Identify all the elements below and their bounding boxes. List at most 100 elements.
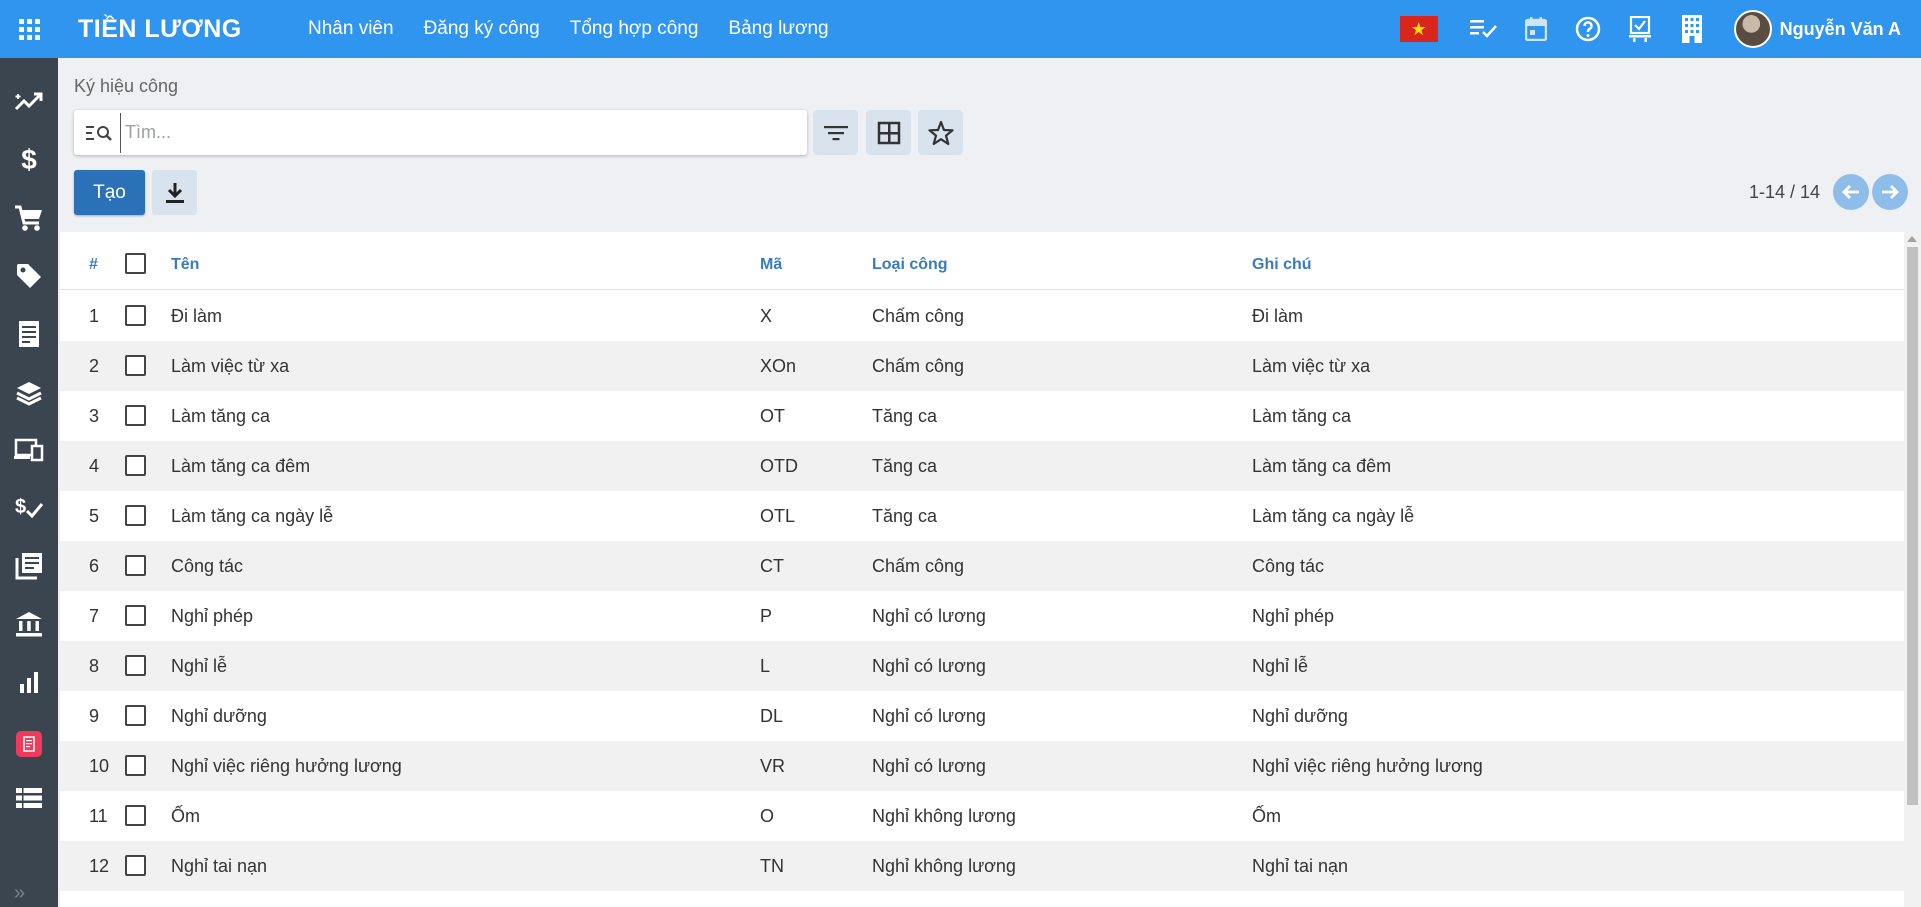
row-name: Nghỉ phép (171, 606, 254, 626)
row-checkbox[interactable] (125, 505, 146, 526)
row-type: Nghỉ có lương (872, 756, 986, 776)
download-icon (165, 182, 184, 203)
row-note: Nghỉ dưỡng (1252, 706, 1348, 726)
row-name: Công tác (171, 556, 244, 576)
column-header-type[interactable]: Loại công (872, 256, 948, 274)
column-header-note[interactable]: Ghi chú (1252, 256, 1312, 274)
row-note: Làm tăng ca (1252, 406, 1352, 426)
table-row[interactable]: 10 Nghỉ việc riêng hưởng lương VR Nghỉ có l… (60, 741, 1904, 791)
row-code: OTD (760, 456, 798, 476)
pager-value[interactable]: 1-14 / 14 (1749, 182, 1820, 203)
svg-text:$: $ (15, 496, 26, 518)
row-note: Nghỉ tai nạn (1252, 856, 1349, 876)
row-checkbox[interactable] (125, 455, 146, 476)
menu-bang-luong[interactable]: Bảng lương (728, 18, 828, 40)
menu-nhan-vien[interactable]: Nhân viên (308, 18, 394, 40)
help-icon[interactable] (1568, 9, 1608, 49)
row-checkbox[interactable] (125, 605, 146, 626)
devices-icon[interactable] (0, 428, 58, 472)
payment-check-icon[interactable]: $ (0, 486, 58, 530)
pager-next-button[interactable] (1872, 174, 1908, 210)
row-type: Tăng ca (872, 406, 938, 426)
download-button[interactable] (152, 170, 197, 215)
row-name: Làm tăng ca (171, 406, 271, 426)
checklist-icon[interactable] (1464, 9, 1504, 49)
arrow-right-icon (1882, 185, 1899, 199)
row-code: X (760, 306, 773, 326)
stack-icon[interactable] (0, 370, 58, 414)
search-options-icon[interactable] (80, 124, 120, 142)
vietnam-flag-icon[interactable]: ★ (1399, 16, 1438, 42)
row-checkbox[interactable] (125, 655, 146, 676)
company-building-icon[interactable] (1672, 9, 1712, 49)
row-type: Nghỉ có lương (872, 656, 986, 676)
menu-tong-hop-cong[interactable]: Tổng hợp công (570, 18, 699, 40)
row-code: O (760, 806, 775, 826)
table-row[interactable]: 9 Nghỉ dưỡng DL Nghỉ có lương Nghỉ dưỡng (60, 691, 1904, 741)
select-all-checkbox[interactable] (125, 253, 146, 274)
row-checkbox[interactable] (125, 805, 146, 826)
bar-chart-icon[interactable] (0, 660, 58, 704)
row-name: Làm tăng ca ngày lễ (171, 506, 334, 526)
receipt-icon[interactable] (0, 312, 58, 356)
create-button[interactable]: Tạo (74, 170, 145, 215)
library-books-icon[interactable] (0, 544, 58, 588)
cart-icon[interactable] (0, 196, 58, 240)
apps-menu-button[interactable] (0, 0, 58, 58)
search-input[interactable] (120, 112, 807, 153)
bank-icon[interactable] (0, 602, 58, 646)
app-title: TIỀN LƯƠNG (78, 14, 242, 43)
favorites-button[interactable] (918, 110, 963, 155)
apps-grid-icon (18, 18, 40, 40)
table-row[interactable]: 4 Làm tăng ca đêm OTD Tăng ca Làm tăng ca đê… (60, 441, 1904, 491)
table-row[interactable]: 3 Làm tăng ca OT Tăng ca Làm tăng ca (60, 391, 1904, 441)
table-row[interactable]: 5 Làm tăng ca ngày lễ OTL Tăng ca Làm tăng c… (60, 491, 1904, 541)
table-row[interactable]: 11 Ốm O Nghỉ không lương Ốm (60, 791, 1904, 841)
row-type: Nghỉ không lương (872, 806, 1016, 826)
trending-up-icon[interactable] (0, 80, 58, 124)
menu-dang-ky-cong[interactable]: Đăng ký công (424, 18, 540, 40)
list-table: # Tên Mã Loại công Ghi chú 1 Đi làm X Chấm … (60, 232, 1904, 907)
top-right-tools: ★ Nguyễn Văn A (1399, 0, 1921, 58)
dollar-icon[interactable]: $ (0, 138, 58, 182)
table-row[interactable]: 2 Làm việc từ xa XOn Chấm công Làm việc từ x… (60, 341, 1904, 391)
group-by-button[interactable] (866, 110, 911, 155)
row-note: Công tác (1252, 556, 1325, 576)
scroll-up-icon[interactable] (1907, 236, 1917, 242)
row-checkbox[interactable] (125, 555, 146, 576)
row-code: P (760, 606, 773, 626)
table-row[interactable]: 12 Nghỉ tai nạn TN Nghỉ không lương Nghỉ tai… (60, 841, 1904, 891)
table-row[interactable]: 8 Nghỉ lễ L Nghỉ có lương Nghỉ lễ (60, 641, 1904, 691)
row-note: Làm tăng ca đêm (1252, 456, 1392, 476)
row-note: Làm việc từ xa (1252, 356, 1371, 376)
tag-icon[interactable] (0, 254, 58, 298)
filter-icon (823, 125, 848, 140)
row-checkbox[interactable] (125, 305, 146, 326)
approval-icon[interactable] (1620, 9, 1660, 49)
user-name[interactable]: Nguyễn Văn A (1780, 19, 1901, 40)
list-icon[interactable] (0, 776, 58, 820)
pager-previous-button[interactable] (1833, 174, 1869, 210)
user-avatar[interactable] (1733, 10, 1772, 48)
row-checkbox[interactable] (125, 405, 146, 426)
expand-sidebar-icon[interactable]: » (14, 882, 25, 905)
row-checkbox[interactable] (125, 755, 146, 776)
breadcrumb: Ký hiệu công (74, 76, 179, 96)
row-checkbox[interactable] (125, 855, 146, 876)
column-header-name[interactable]: Tên (171, 256, 199, 274)
table-row[interactable]: 6 Công tác CT Chấm công Công tác (60, 541, 1904, 591)
row-index: 5 (89, 506, 100, 526)
row-index: 8 (89, 656, 100, 676)
row-type: Tăng ca (872, 456, 938, 476)
column-header-code[interactable]: Mã (760, 256, 782, 274)
table-row[interactable]: 1 Đi làm X Chấm công Đi làm (60, 291, 1904, 341)
note-app-icon[interactable] (0, 722, 58, 766)
row-checkbox[interactable] (125, 705, 146, 726)
row-checkbox[interactable] (125, 355, 146, 376)
row-name: Ốm (171, 806, 200, 826)
scrollbar-thumb[interactable] (1907, 247, 1918, 805)
row-name: Làm tăng ca đêm (171, 456, 311, 476)
calendar-icon[interactable] (1516, 9, 1556, 49)
table-row[interactable]: 7 Nghỉ phép P Nghỉ có lương Nghỉ phép (60, 591, 1904, 641)
filter-button[interactable] (813, 110, 858, 155)
